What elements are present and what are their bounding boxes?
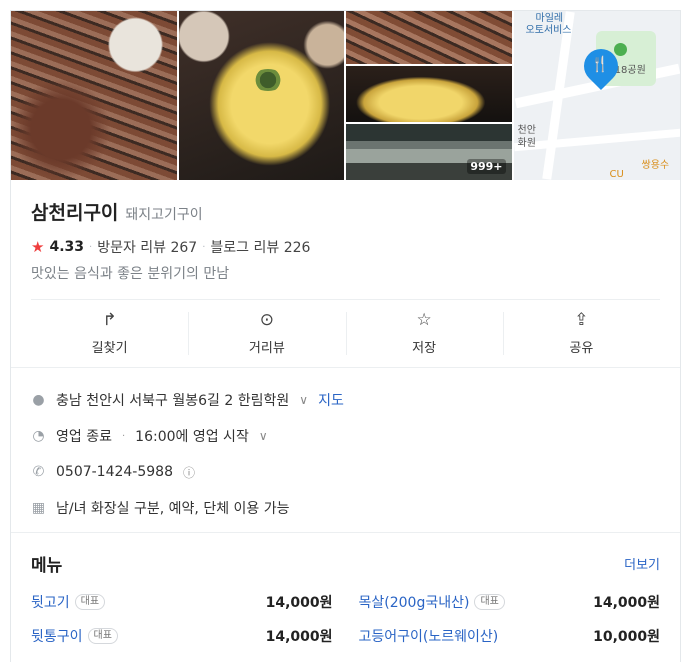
visitor-reviews-link[interactable]: 방문자 리뷰 267	[97, 237, 197, 257]
action-label: 저장	[412, 341, 437, 356]
share-icon: ⇪	[574, 310, 589, 330]
amenities-row: ▦ 남/녀 화장실 구분, 예약, 단체 이용 가능	[31, 490, 660, 526]
place-card: 999+ 마일레 오토서비스 용18공원 천안 화원 쌍용수 CU 🍴 삼천리구…	[10, 10, 681, 662]
menu-item-name: 뒷통구이 대표	[31, 626, 118, 646]
menu-item[interactable]: 고등어구이(노르웨이산) 10,000원	[359, 626, 661, 646]
map-link[interactable]: 지도	[318, 390, 344, 410]
map-label: 쌍용수	[641, 160, 670, 171]
menu-item-name: 목살(200g국내산) 대표	[359, 592, 505, 612]
phone-info-icon[interactable]: ⓘ	[183, 464, 195, 481]
place-name[interactable]: 삼천리구이	[31, 198, 118, 225]
place-details: ● 충남 천안시 서북구 월봉6길 2 한림학원 ∨ 지도 ◔ 영업 종료 · …	[11, 367, 680, 532]
signature-badge: 대표	[74, 594, 106, 610]
phone-row: ✆ 0507-1424-5988 ⓘ	[31, 454, 660, 490]
action-label: 길찾기	[91, 341, 128, 356]
rating-value: 4.33	[49, 239, 84, 255]
photo-gallery: 999+ 마일레 오토서비스 용18공원 천안 화원 쌍용수 CU 🍴	[11, 11, 680, 180]
photo-stack: 999+	[346, 11, 512, 180]
save-button[interactable]: ☆ 저장	[345, 300, 503, 367]
address-row: ● 충남 천안시 서북구 월봉6길 2 한림학원 ∨ 지도	[31, 382, 660, 418]
map-road	[513, 128, 680, 152]
blog-reviews-link[interactable]: 블로그 리뷰 226	[210, 237, 310, 257]
location-pin-icon: ●	[32, 392, 45, 408]
phone-number[interactable]: 0507-1424-5988	[56, 464, 173, 480]
park-tree-icon	[613, 43, 627, 56]
hours-status: 영업 종료	[56, 429, 112, 445]
photo-grill-meat[interactable]	[11, 11, 177, 180]
street-view-icon: ⊙	[259, 310, 274, 330]
phone-icon: ✆	[32, 464, 45, 480]
photo-interior[interactable]: 999+	[346, 124, 512, 180]
menu-item[interactable]: 뒷통구이 대표 14,000원	[31, 626, 333, 646]
menu-item-label: 고등어구이(노르웨이산)	[358, 629, 499, 645]
review-stats: ★ 4.33 · 방문자 리뷰 267 · 블로그 리뷰 226	[31, 237, 660, 257]
rating-star-icon: ★	[31, 238, 45, 256]
map-label: 화원	[517, 138, 536, 149]
action-bar: ↱ 길찾기 ⊙ 거리뷰 ☆ 저장 ⇪ 공유	[31, 299, 660, 367]
menu-item-name: 고등어구이(노르웨이산)	[359, 626, 499, 646]
hours-next: 16:00에 영업 시작	[135, 429, 249, 445]
separator-dot: ·	[202, 241, 206, 253]
restaurant-icon: 🍴	[590, 55, 610, 73]
menu-item-label: 뒷고기	[31, 595, 70, 611]
menu-section: 메뉴 더보기 뒷고기 대표 14,000원 목살(200g국내산) 대표 14,…	[11, 532, 680, 646]
map-label: 오토서비스	[525, 25, 572, 36]
photo-egg-closeup[interactable]	[346, 66, 512, 122]
address-text: 충남 천안시 서북구 월봉6길 2 한림학원	[56, 393, 290, 409]
action-label: 공유	[569, 341, 594, 356]
place-description: 맛있는 음식과 좋은 분위기의 만남	[31, 266, 230, 282]
star-outline-icon: ☆	[416, 310, 432, 330]
menu-item-label: 목살(200g국내산)	[358, 595, 470, 611]
photo-count-badge: 999+	[467, 159, 506, 174]
hours-expand-chevron-icon[interactable]: ∨	[259, 429, 268, 443]
map-label: CU	[609, 169, 624, 180]
clock-icon: ◔	[32, 428, 45, 444]
menu-title: 메뉴	[31, 556, 63, 576]
photo-skewers[interactable]	[346, 11, 512, 64]
menu-more-link[interactable]: 더보기	[624, 554, 660, 573]
amenities-text: 남/녀 화장실 구분, 예약, 단체 이용 가능	[56, 501, 290, 517]
share-button[interactable]: ⇪ 공유	[502, 300, 660, 367]
menu-grid: 뒷고기 대표 14,000원 목살(200g국내산) 대표 14,000원 뒷통…	[31, 592, 660, 646]
hours-row: ◔ 영업 종료 · 16:00에 영업 시작 ∨	[31, 418, 660, 454]
directions-button[interactable]: ↱ 길찾기	[31, 300, 188, 367]
action-label: 거리뷰	[248, 341, 285, 356]
menu-item-label: 뒷통구이	[31, 629, 83, 645]
menu-item-price: 14,000원	[265, 629, 333, 645]
signature-badge: 대표	[474, 594, 505, 610]
separator-dot: ·	[89, 241, 93, 253]
signature-badge: 대표	[87, 628, 118, 644]
menu-item[interactable]: 목살(200g국내산) 대표 14,000원	[359, 592, 660, 612]
photo-egg-dish[interactable]	[178, 11, 344, 180]
mini-map[interactable]: 마일레 오토서비스 용18공원 천안 화원 쌍용수 CU 🍴	[513, 11, 680, 180]
directions-icon: ↱	[102, 310, 117, 330]
place-category: 돼지고기구이	[125, 207, 203, 223]
menu-item-price: 14,000원	[593, 595, 660, 611]
menu-item[interactable]: 뒷고기 대표 14,000원	[31, 592, 333, 612]
photo-herbs-detail	[250, 69, 285, 91]
title-row: 삼천리구이 돼지고기구이	[31, 198, 660, 225]
menu-header: 메뉴 더보기	[31, 551, 660, 576]
menu-item-price: 10,000원	[593, 629, 660, 645]
address-expand-chevron-icon[interactable]: ∨	[299, 393, 308, 407]
menu-item-name: 뒷고기 대표	[31, 592, 106, 612]
place-info: 삼천리구이 돼지고기구이 ★ 4.33 · 방문자 리뷰 267 · 블로그 리…	[11, 180, 680, 367]
menu-item-price: 14,000원	[265, 595, 333, 611]
street-view-button[interactable]: ⊙ 거리뷰	[188, 300, 345, 367]
store-icon: ▦	[31, 500, 46, 516]
separator-dot: ·	[121, 430, 126, 442]
